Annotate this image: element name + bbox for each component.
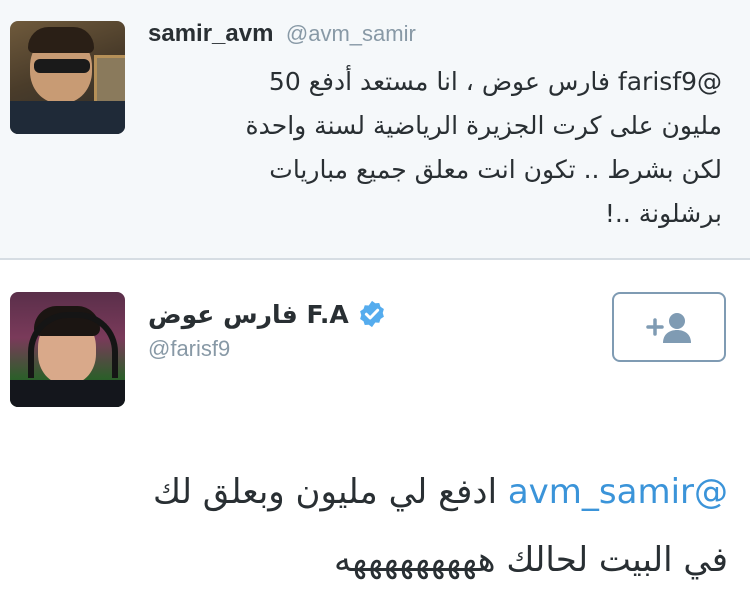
tweet-text: @farisf9 فارس عوض ، انا مستعد أدفع 50 مل… xyxy=(152,60,722,236)
tweet-author-row: samir_avm @avm_samir xyxy=(148,20,416,54)
follow-user-plus-icon xyxy=(646,313,691,343)
follow-button[interactable] xyxy=(612,292,726,362)
reply-line: @avm_samir ادفع لي مليون وبعلق لك xyxy=(28,458,728,526)
tweet-line: لكن بشرط .. تكون انت معلق جميع مباريات xyxy=(269,155,722,184)
avatar[interactable] xyxy=(10,21,125,134)
headset-icon xyxy=(28,312,118,378)
reply-line-text: ادفع لي مليون وبعلق لك xyxy=(152,472,508,512)
reply-display-name[interactable]: فارس عوض F.A xyxy=(148,300,349,329)
avatar-shirt xyxy=(10,101,125,134)
reply-line: في البيت لحالك هههههههههه xyxy=(334,540,728,580)
background-frame xyxy=(94,55,125,107)
reply-author-row: فارس عوض F.A xyxy=(148,296,387,332)
reply-avatar[interactable] xyxy=(10,292,125,407)
tweet-line: مليون على كرت الجزيرة الرياضية لسنة واحد… xyxy=(245,111,722,140)
avatar-suit xyxy=(10,380,125,407)
tweet-line: @farisf9 فارس عوض ، انا مستعد أدفع 50 xyxy=(152,60,722,104)
verified-badge-icon xyxy=(359,300,384,328)
original-tweet: samir_avm @avm_samir @farisf9 فارس عوض ،… xyxy=(0,0,750,260)
display-name[interactable]: samir_avm xyxy=(148,20,273,47)
reply-text: @avm_samir ادفع لي مليون وبعلق لك في الب… xyxy=(28,458,728,594)
mention-link[interactable]: @farisf9 xyxy=(618,67,722,96)
user-handle[interactable]: @avm_samir xyxy=(286,21,416,46)
reply-user-handle[interactable]: @farisf9 xyxy=(148,336,230,362)
mention-link[interactable]: @avm_samir xyxy=(508,472,728,512)
avatar-hair xyxy=(28,27,94,53)
tweet-line-text: فارس عوض ، انا مستعد أدفع 50 xyxy=(268,67,618,96)
avatar-sunglasses xyxy=(34,59,90,73)
tweet-line: برشلونة ..! xyxy=(604,199,722,228)
